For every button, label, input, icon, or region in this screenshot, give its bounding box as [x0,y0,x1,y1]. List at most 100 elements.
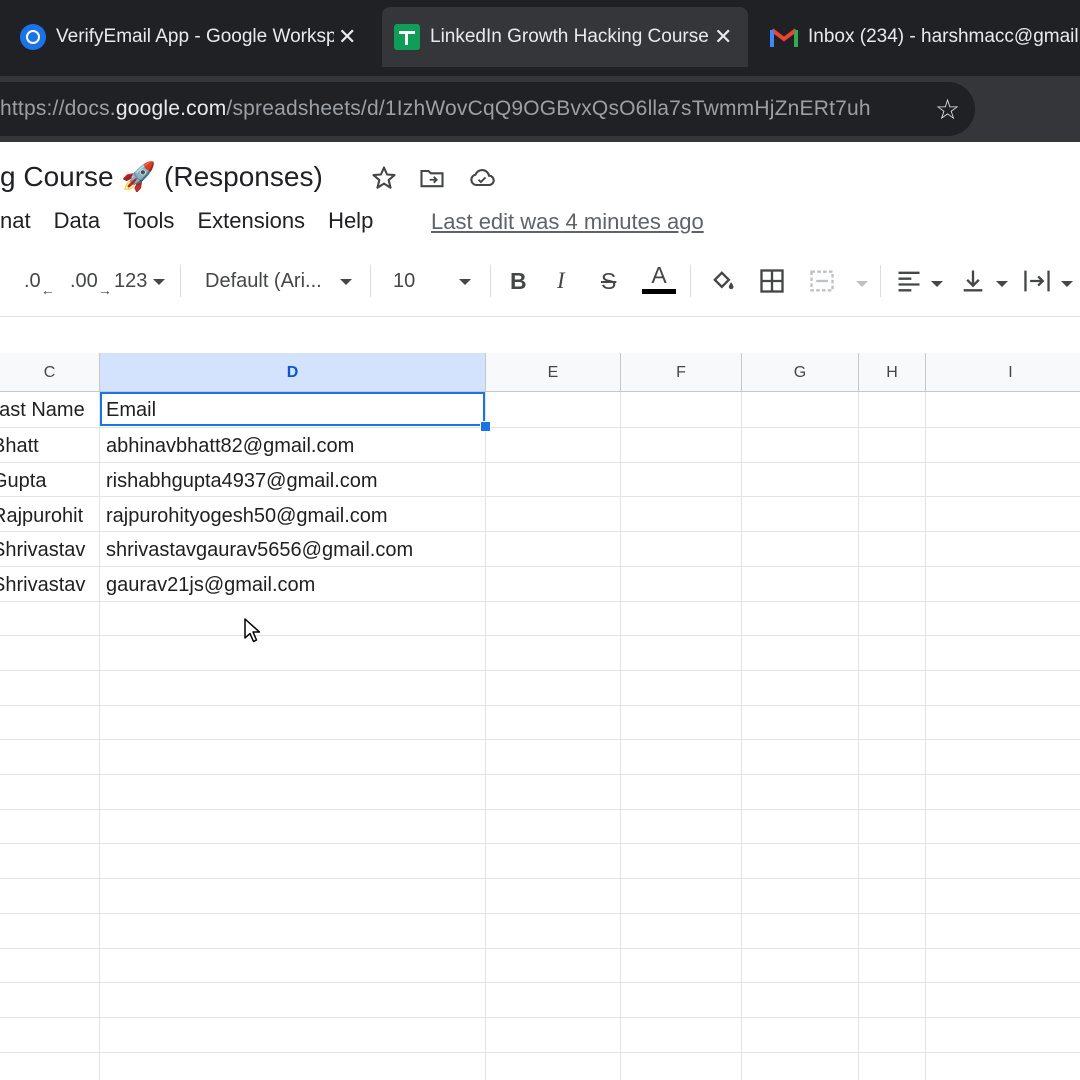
bold-button[interactable]: B [510,267,527,295]
grid-line [0,808,1080,810]
chevron-down-icon[interactable] [856,281,868,287]
text-wrap-icon[interactable] [1022,267,1052,295]
italic-button[interactable]: I [557,267,565,295]
grid-line [0,1051,1080,1053]
browser-tab-strip: VerifyEmail App - Google Workspace ✕ Lin… [0,0,1080,76]
toolbar-divider [690,265,691,297]
chevron-down-icon[interactable] [931,281,943,287]
font-family-dropdown[interactable]: Default (Ari... [205,267,352,295]
url-prefix: https://docs. [0,97,116,120]
column-header-f[interactable]: F [621,353,742,392]
toolbar-divider-line [0,316,1080,317]
url-host: google.com [115,97,227,120]
menu-format[interactable]: nat [0,208,31,238]
align-left-icon[interactable] [895,267,923,295]
decrease-decimal-label: .0 [24,270,41,292]
url-path: /spreadsheets/d/1IzhWovCqQ9OGBvxQsO6lla7… [226,97,871,120]
vertical-align-icon[interactable] [959,267,987,295]
cell-d4[interactable]: rajpurohityogesh50@gmail.com [106,499,482,533]
arrow-right-icon: → [97,282,112,298]
borders-icon[interactable] [758,267,786,295]
menu-data[interactable]: Data [54,208,100,238]
merge-cells-icon[interactable] [808,267,836,295]
column-header-h[interactable]: H [859,353,926,392]
font-family-label: Default (Ari... [205,270,322,292]
number-format-dropdown[interactable]: 123 [114,267,166,295]
spreadsheet-grid[interactable]: C D E F G H I Last Name Email Bhatt abhi… [0,353,1080,1080]
omnibox[interactable]: https://docs.google.com/spreadsheets/d/1… [0,82,975,136]
increase-decimal-label: .00 [70,270,98,292]
cell-d2[interactable]: abhinavbhatt82@gmail.com [106,429,482,463]
grid-line [0,843,1080,845]
toolbar-divider [490,265,491,297]
tab-gmail-inbox[interactable]: Inbox (234) - harshmacc@gmail.com [770,8,1080,66]
fill-handle[interactable] [480,421,491,432]
toolbar-divider [880,265,881,297]
url-text[interactable]: https://docs.google.com/spreadsheets/d/1… [0,97,920,121]
grid-line [0,878,1080,880]
close-tab-icon[interactable]: ✕ [714,24,732,50]
text-color-button[interactable]: A [642,261,676,294]
grid-line [925,392,926,1080]
cell-d6[interactable]: gaurav21js@gmail.com [106,568,482,602]
active-cell-selection[interactable] [100,392,485,426]
strikethrough-button[interactable]: S [601,267,616,295]
chevron-down-icon [459,278,472,285]
toolbar-divider [370,265,371,297]
grid-line [99,392,100,1080]
bookmark-star-icon[interactable]: ☆ [935,96,960,124]
column-header-d[interactable]: D [100,353,486,392]
text-color-label: A [651,262,667,288]
cloud-saved-icon[interactable] [468,164,496,192]
gmail-icon [770,28,798,47]
column-header-e[interactable]: E [486,353,621,392]
tab-title: Inbox (234) - harshmacc@gmail.com [808,26,1080,47]
column-header-c[interactable]: C [0,353,100,392]
close-tab-icon[interactable]: ✕ [338,24,356,50]
mouse-cursor-icon [244,618,261,643]
grid-line [0,947,1080,949]
chevron-down-icon [339,278,352,285]
last-edit-link[interactable]: Last edit was 4 minutes ago [431,209,704,235]
column-header-i[interactable]: I [926,353,1080,392]
decrease-decimal-button[interactable]: .0← [24,267,55,298]
move-folder-icon[interactable] [418,164,446,192]
tab-title: LinkedIn Growth Hacking Course [430,26,709,47]
chevron-down-icon[interactable] [1061,281,1073,287]
grid-line [0,669,1080,671]
grid-line [0,704,1080,706]
cell-c1[interactable]: Last Name [0,393,96,427]
grid-line [0,635,1080,637]
font-size-dropdown[interactable]: 10 [393,267,472,295]
sheets-icon [394,24,420,50]
tab-title: VerifyEmail App - Google Workspace [56,26,334,47]
grid-line [0,1016,1080,1018]
star-icon[interactable] [370,164,398,192]
tab-linkedin-course[interactable]: LinkedIn Growth Hacking Course ✕ [382,7,748,67]
arrow-left-icon: ← [40,282,55,298]
cell-c2[interactable]: Bhatt [0,429,96,463]
cell-d3[interactable]: rishabhgupta4937@gmail.com [106,464,482,498]
menu-extensions[interactable]: Extensions [197,208,305,238]
cell-c4[interactable]: Rajpurohit [0,499,96,533]
menu-bar: nat Data Tools Extensions Help [0,208,396,238]
cell-c5[interactable]: Shrivastav [0,533,96,567]
address-bar: https://docs.google.com/spreadsheets/d/1… [0,76,1080,142]
grid-line [485,392,486,1080]
toolbar-divider [180,265,181,297]
grid-line [858,392,859,1080]
verifyemail-icon [20,24,46,50]
increase-decimal-button[interactable]: .00→ [70,267,112,298]
tab-verifyemail[interactable]: VerifyEmail App - Google Workspace ✕ [20,8,365,66]
cell-c3[interactable]: Gupta [0,464,96,498]
number-format-label: 123 [114,270,148,292]
cell-c6[interactable]: Shrivastav [0,568,96,602]
fill-color-icon[interactable] [709,267,737,295]
menu-tools[interactable]: Tools [123,208,174,238]
column-header-g[interactable]: G [742,353,859,392]
chevron-down-icon[interactable] [996,281,1008,287]
grid-line [0,739,1080,741]
cell-d5[interactable]: shrivastavgaurav5656@gmail.com [106,533,482,567]
menu-help[interactable]: Help [328,208,373,238]
document-title[interactable]: g Course 🚀 (Responses) [0,160,323,193]
